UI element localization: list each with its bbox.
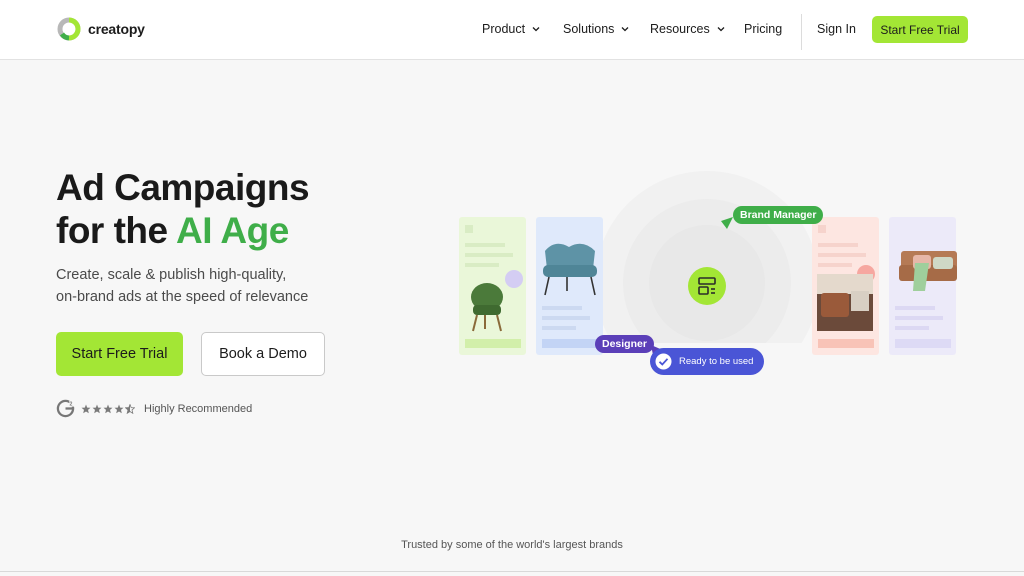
nav-product-label: Product (482, 22, 526, 36)
book-a-demo-button[interactable]: Book a Demo (201, 332, 325, 376)
hero-title: Ad Campaigns for the AI Age (56, 166, 310, 252)
layout-icon-bg (688, 267, 726, 305)
ready-to-be-used-tag: Ready to be used (650, 348, 765, 375)
star-icon (114, 404, 124, 413)
hero-illustration: Brand Manager Designer Ready to be used (455, 165, 965, 395)
half-star-icon (125, 403, 135, 414)
nav-pricing[interactable]: Pricing (744, 22, 782, 36)
rating-label: Highly Recommended (144, 402, 253, 415)
top-navigation-bar: creatopy Product Solutions Resources Pri… (0, 0, 1024, 60)
chevron-down-icon (621, 27, 629, 32)
star-rating (81, 403, 135, 414)
hero-title-line2-prefix: for the (56, 210, 177, 251)
star-icon (103, 404, 113, 413)
section-divider (0, 571, 1024, 572)
ad-card-blue (536, 217, 603, 355)
nav-divider (801, 14, 802, 50)
designer-tag: Designer (595, 335, 654, 353)
ad-card-peach (812, 217, 879, 355)
start-free-trial-header-button[interactable]: Start Free Trial (872, 16, 968, 43)
hero-title-accent: AI Age (176, 210, 289, 251)
nav-pricing-label: Pricing (744, 22, 783, 36)
g2-rating: 2 Highly Recommended (56, 399, 252, 418)
sign-in-link[interactable]: Sign In (817, 22, 856, 36)
hero-subtitle-line2: on-brand ads at the speed of relevance (56, 289, 309, 305)
nav-solutions-label: Solutions (563, 22, 615, 36)
nav-product[interactable]: Product (482, 22, 540, 36)
hero-title-line1: Ad Campaigns (56, 167, 310, 208)
trusted-by-text: Trusted by some of the world's largest b… (401, 539, 623, 551)
ad-card-lavender (889, 217, 957, 355)
star-icon (92, 404, 102, 413)
creatopy-logo-icon (57, 17, 81, 41)
brand-manager-tag: Brand Manager (733, 206, 824, 224)
chevron-down-icon (717, 27, 725, 32)
hero-subtitle: Create, scale & publish high-quality, on… (56, 264, 356, 308)
start-free-trial-button[interactable]: Start Free Trial (56, 332, 183, 376)
svg-text:2: 2 (69, 402, 72, 408)
star-icon (81, 404, 91, 413)
brand-name: creatopy (88, 21, 145, 37)
hero-subtitle-line1: Create, scale & publish high-quality, (56, 267, 287, 283)
g2-logo-icon: 2 (56, 399, 75, 418)
nav-resources[interactable]: Resources (650, 22, 725, 36)
ready-to-be-used-label: Ready to be used (679, 356, 754, 367)
creatopy-logo[interactable]: creatopy (56, 12, 145, 46)
nav-resources-label: Resources (650, 22, 710, 36)
check-circle-icon (655, 353, 672, 370)
chevron-down-icon (532, 27, 540, 32)
ad-card-green (459, 217, 526, 355)
nav-solutions[interactable]: Solutions (563, 22, 629, 36)
